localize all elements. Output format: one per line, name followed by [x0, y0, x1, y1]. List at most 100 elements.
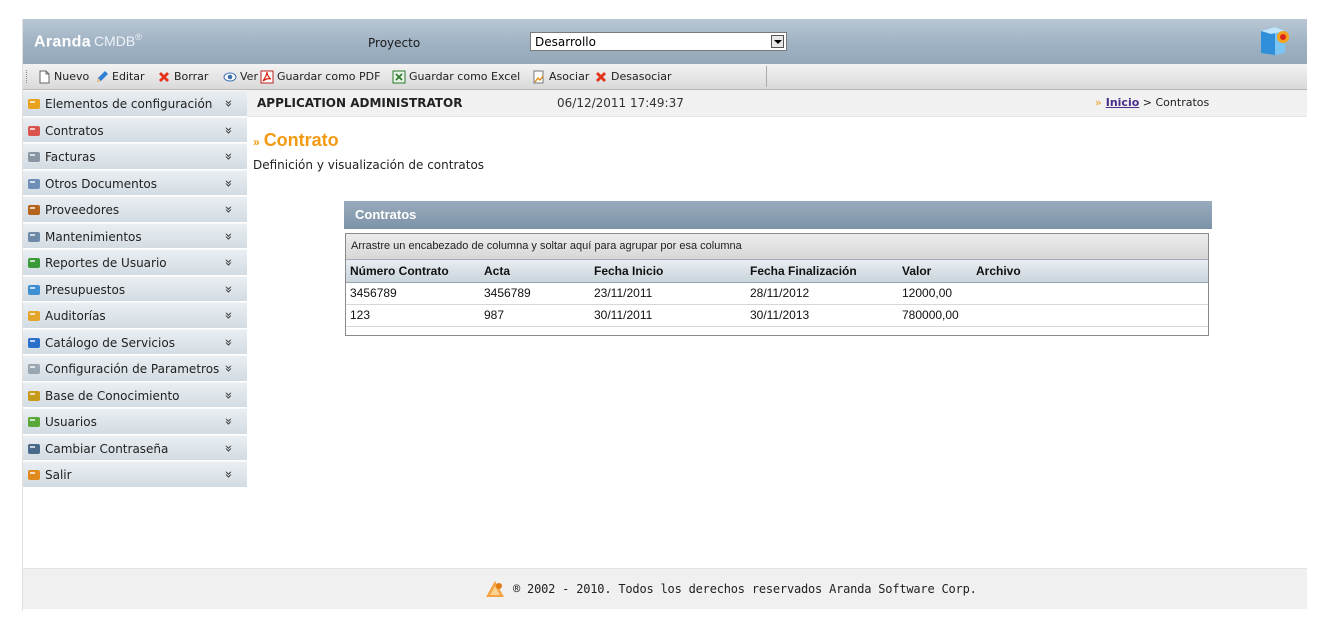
sidebar-item-label: Mantenimientos [45, 229, 142, 244]
chevron-down-icon[interactable]: » [220, 391, 235, 399]
app-header: Aranda CMDB® Proyecto Desarrollo [23, 19, 1307, 64]
new-button[interactable]: Nuevo [37, 69, 89, 84]
current-user: APPLICATION ADMINISTRATOR [257, 96, 463, 110]
sidebar-item[interactable]: Cambiar Contraseña » [23, 434, 247, 461]
chevron-down-icon[interactable] [771, 35, 784, 48]
password-icon [28, 443, 40, 454]
associate-button[interactable]: Asociar [532, 69, 589, 84]
table-cell: 23/11/2011 [594, 286, 653, 300]
chevron-down-icon[interactable]: » [220, 285, 235, 293]
toolbar: Nuevo Editar Borrar Ver Guardar como PDF… [23, 64, 1307, 90]
sidebar-item[interactable]: Auditorías » [23, 302, 247, 329]
chevron-down-icon[interactable]: » [220, 100, 235, 108]
footer: ® 2002 - 2010. Todos los derechos reserv… [23, 568, 1307, 609]
sidebar-item[interactable]: Facturas » [23, 143, 247, 170]
column-header[interactable]: Fecha Inicio [594, 264, 663, 278]
table-cell: 3456789 [484, 286, 531, 300]
table-cell: 30/11/2011 [594, 308, 653, 322]
info-bar: APPLICATION ADMINISTRATOR 06/12/2011 17:… [247, 90, 1307, 117]
config-elements-icon [28, 99, 40, 109]
contracts-grid: Contratos Arrastre un encabezado de colu… [344, 201, 1212, 338]
sidebar-item-label: Elementos de configuración [45, 97, 213, 111]
chevron-down-icon[interactable]: » [220, 153, 235, 161]
grid-column-headers: Número Contrato Acta Fecha Inicio Fecha Fin… [346, 260, 1208, 283]
edit-button[interactable]: Editar [95, 69, 145, 84]
title-marker: » [253, 135, 260, 149]
sidebar-item-label: Auditorías [45, 309, 106, 323]
sidebar-item[interactable]: Mantenimientos » [23, 222, 247, 249]
invoice-icon [28, 152, 40, 162]
chevron-down-icon[interactable]: » [220, 259, 235, 267]
sidebar-item-label: Catálogo de Servicios [45, 335, 175, 350]
chevron-down-icon[interactable]: » [220, 206, 235, 214]
sidebar-item[interactable]: Reportes de Usuario » [23, 249, 247, 276]
disassociate-button[interactable]: Desasociar [594, 69, 672, 84]
sidebar-item-label: Configuración de Parametros [45, 362, 220, 376]
chevron-down-icon[interactable]: » [220, 312, 235, 320]
pencil-icon [97, 70, 108, 82]
table-cell: 28/11/2012 [750, 286, 810, 300]
breadcrumb: » Inicio > Contratos [1095, 96, 1209, 109]
associate-button-label: Asociar [549, 70, 590, 83]
table-cell: 987 [484, 308, 505, 322]
chevron-down-icon[interactable]: » [220, 126, 235, 134]
sidebar-item-label: Cambiar Contraseña [45, 441, 169, 456]
view-button[interactable]: Ver [223, 69, 258, 84]
column-header[interactable]: Acta [484, 264, 510, 278]
table-row[interactable]: 123 987 30/11/2011 30/11/2013 780000,00 [346, 305, 1208, 327]
project-select[interactable]: Desarrollo [530, 32, 787, 51]
documents-icon [28, 178, 40, 189]
sidebar-item[interactable]: Catálogo de Servicios » [23, 328, 247, 355]
eye-icon [223, 72, 237, 81]
column-header[interactable]: Fecha Finalización [750, 264, 857, 278]
column-header[interactable]: Valor [902, 264, 931, 278]
chevron-down-icon[interactable]: » [220, 444, 235, 452]
product-name: CMDB [93, 33, 136, 50]
sidebar-item-label: Salir [45, 468, 72, 482]
chevron-down-icon[interactable]: » [220, 418, 235, 426]
associate-icon [533, 70, 544, 83]
aranda-logo-icon [486, 581, 504, 597]
delete-button[interactable]: Borrar [157, 69, 208, 84]
column-header[interactable]: Archivo [976, 264, 1021, 278]
save-excel-button[interactable]: Guardar como Excel [392, 69, 520, 84]
current-datetime: 06/12/2011 17:49:37 [557, 96, 684, 110]
chevron-down-icon[interactable]: » [220, 365, 235, 373]
sidebar-item[interactable]: Contratos » [23, 116, 247, 143]
table-row[interactable]: 3456789 3456789 23/11/2011 28/11/2012 12000,… [346, 283, 1208, 305]
service-catalog-icon [28, 337, 40, 348]
breadcrumb-marker: » [1095, 96, 1102, 109]
page-title-text: Contrato [263, 130, 339, 150]
new-document-icon [39, 70, 50, 83]
delete-button-label: Borrar [174, 70, 209, 83]
save-pdf-button[interactable]: Guardar como PDF [260, 69, 380, 84]
table-cell: 3456789 [350, 286, 397, 300]
sidebar-item[interactable]: Usuarios » [23, 408, 247, 435]
chevron-down-icon[interactable]: » [220, 232, 235, 240]
gear-icon [28, 364, 40, 374]
breadcrumb-home-link[interactable]: Inicio [1106, 96, 1140, 109]
registered-mark: ® [135, 32, 142, 42]
table-cell: 780000,00 [902, 308, 959, 322]
sidebar-item[interactable]: Configuración de Parametros» [23, 355, 247, 382]
sidebar-item[interactable]: Otros Documentos » [23, 169, 247, 196]
sidebar-item[interactable]: Base de Conocimiento » [23, 381, 247, 408]
chevron-down-icon[interactable]: » [220, 471, 235, 479]
sidebar-item[interactable]: Presupuestos » [23, 275, 247, 302]
sidebar-item-label: Otros Documentos [45, 176, 157, 191]
group-by-area[interactable]: Arrastre un encabezado de columna y solt… [346, 234, 1208, 260]
grid-body: Arrastre un encabezado de columna y solt… [345, 233, 1209, 336]
column-header[interactable]: Número Contrato [350, 264, 449, 278]
disassociate-button-label: Desasociar [611, 70, 672, 83]
sidebar-item[interactable]: Salir » [23, 461, 247, 488]
chevron-down-icon[interactable]: » [220, 338, 235, 346]
chevron-down-icon[interactable]: » [220, 179, 235, 187]
sidebar-item[interactable]: Elementos de configuración » [23, 90, 247, 117]
breadcrumb-current: > Contratos [1142, 96, 1210, 109]
edit-button-label: Editar [112, 70, 145, 83]
sidebar-item[interactable]: Proveedores » [23, 196, 247, 223]
sidebar: Elementos de configuración» Contratos» Fac… [23, 90, 247, 567]
table-cell: 12000,00 [902, 286, 953, 300]
excel-icon [392, 70, 406, 83]
sidebar-item-label: Contratos [45, 123, 104, 138]
